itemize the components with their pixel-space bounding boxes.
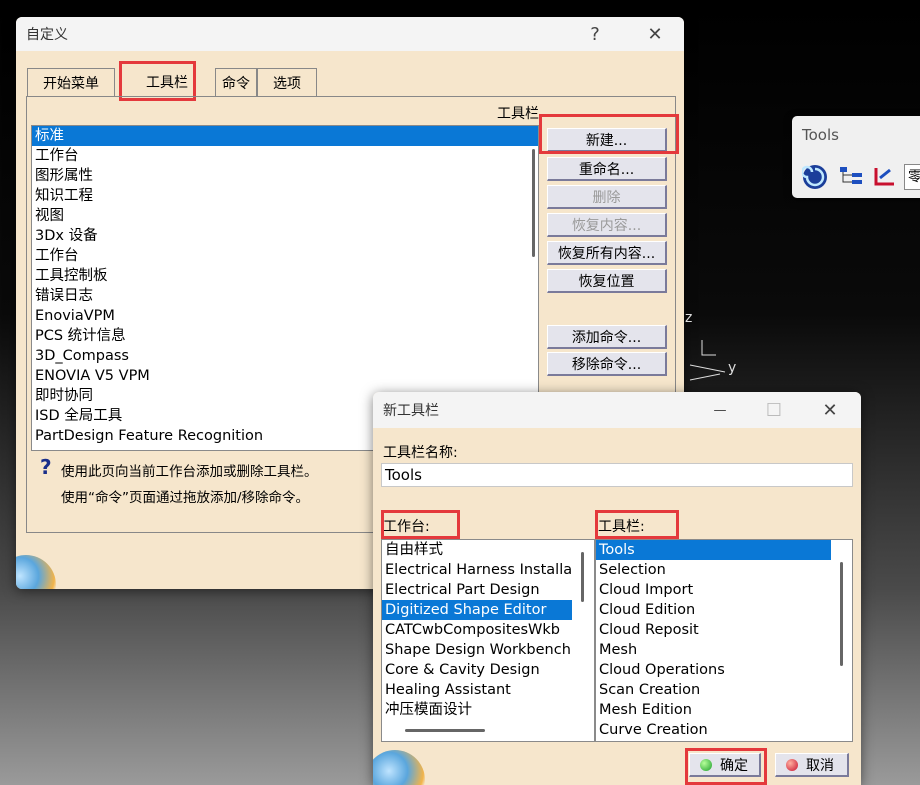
help-question-icon: ? bbox=[40, 455, 52, 479]
tools-toolbar-title: Tools bbox=[802, 126, 839, 144]
tab-start-menu[interactable]: 开始菜单 bbox=[27, 68, 115, 96]
list-item[interactable]: 标准 bbox=[32, 126, 538, 146]
list-item[interactable]: 工作台 bbox=[32, 146, 538, 166]
minimize-icon[interactable]: — bbox=[697, 392, 743, 428]
restore-all-button[interactable]: 恢复所有内容... bbox=[547, 241, 667, 265]
list-item[interactable]: Mesh bbox=[596, 640, 852, 660]
list-item[interactable]: 自由样式 bbox=[382, 540, 594, 560]
green-dot-icon bbox=[700, 758, 712, 771]
list-item[interactable]: 图形属性 bbox=[32, 166, 538, 186]
tree-icon[interactable] bbox=[838, 164, 864, 190]
list-item[interactable]: Scan Creation bbox=[596, 680, 852, 700]
red-dot-icon bbox=[786, 758, 798, 771]
list-item[interactable]: 错误日志 bbox=[32, 286, 538, 306]
list-item[interactable]: Mesh Edition bbox=[596, 700, 852, 720]
list-item[interactable]: 3Dx 设备 bbox=[32, 226, 538, 246]
workbench-label: 工作台: bbox=[383, 519, 430, 535]
list-item[interactable]: Shape Design Workbench bbox=[382, 640, 594, 660]
toolbar-list-scrollbar[interactable] bbox=[532, 149, 535, 257]
toolbar-source-list-vscroll[interactable] bbox=[840, 562, 843, 666]
new-toolbar-dialog: 新工具栏 — ☐ ✕ 工具栏名称: Tools 工作台: 工具栏: 自由样式 E… bbox=[373, 392, 861, 785]
list-item[interactable]: PCS 统计信息 bbox=[32, 326, 538, 346]
toolbar-name-label: 工具栏名称: bbox=[383, 445, 458, 461]
workbench-list-hscroll[interactable] bbox=[405, 729, 485, 732]
catia-logo bbox=[373, 750, 425, 785]
tab-toolbars[interactable]: 工具栏 bbox=[119, 68, 215, 96]
toolbar-name-input[interactable]: Tools bbox=[381, 463, 853, 487]
tools-toolbar: Tools 零 bbox=[792, 116, 920, 198]
axis-indicator: z y bbox=[680, 310, 740, 390]
new-toolbar-titlebar: 新工具栏 — ☐ ✕ bbox=[373, 392, 861, 428]
ok-button-label: 确定 bbox=[720, 757, 748, 774]
list-item[interactable]: Cloud Edition bbox=[596, 600, 852, 620]
list-item[interactable]: Selection bbox=[596, 560, 852, 580]
tab-commands[interactable]: 命令 bbox=[215, 68, 257, 96]
list-item[interactable]: Cloud Reposit bbox=[596, 620, 852, 640]
swirl-icon[interactable] bbox=[800, 164, 828, 190]
axis-tool-icon[interactable] bbox=[872, 164, 898, 190]
restore-contents-button[interactable]: 恢复内容... bbox=[547, 213, 667, 237]
list-item[interactable]: Cloud Import bbox=[596, 580, 852, 600]
list-item[interactable]: Healing Assistant bbox=[382, 680, 594, 700]
customize-titlebar: 自定义 ? ✕ bbox=[16, 17, 684, 51]
help-button[interactable]: ? bbox=[572, 17, 618, 51]
list-item[interactable]: 3D_Compass bbox=[32, 346, 538, 366]
list-item[interactable]: 知识工程 bbox=[32, 186, 538, 206]
new-toolbar-button[interactable]: 新建... bbox=[547, 128, 667, 152]
new-toolbar-title: 新工具栏 bbox=[383, 403, 439, 419]
list-item[interactable]: 工作台 bbox=[32, 246, 538, 266]
tab-options[interactable]: 选项 bbox=[257, 68, 317, 96]
customize-title: 自定义 bbox=[26, 27, 68, 43]
toolbar-label: 工具栏: bbox=[598, 519, 645, 535]
toolbar-source-list[interactable]: Tools Selection Cloud Import Cloud Editi… bbox=[595, 539, 853, 742]
close-icon[interactable]: ✕ bbox=[807, 392, 853, 428]
list-item[interactable]: Cloud Operations bbox=[596, 660, 852, 680]
list-item[interactable]: 工具控制板 bbox=[32, 266, 538, 286]
rename-button[interactable]: 重命名... bbox=[547, 157, 667, 181]
remove-commands-button[interactable]: 移除命令... bbox=[547, 352, 667, 376]
help-text-2: 使用“命令”页面通过拖放添加/移除命令。 bbox=[61, 490, 310, 506]
cancel-button[interactable]: 取消 bbox=[775, 753, 849, 777]
list-item[interactable]: EnoviaVPM bbox=[32, 306, 538, 326]
maximize-icon[interactable]: ☐ bbox=[751, 392, 797, 428]
delete-button[interactable]: 删除 bbox=[547, 185, 667, 209]
list-item[interactable]: 视图 bbox=[32, 206, 538, 226]
list-item[interactable]: Electrical Part Design bbox=[382, 580, 594, 600]
cancel-button-label: 取消 bbox=[806, 757, 834, 774]
list-item[interactable]: CATCwbCompositesWkb bbox=[382, 620, 594, 640]
add-commands-button[interactable]: 添加命令... bbox=[547, 325, 667, 349]
restore-position-button[interactable]: 恢复位置 bbox=[547, 269, 667, 293]
list-item[interactable]: Tools bbox=[596, 540, 831, 560]
tab-bar: 开始菜单 工具栏 命令 选项 bbox=[26, 68, 676, 96]
list-item[interactable]: ENOVIA V5 VPM bbox=[32, 366, 538, 386]
list-item[interactable]: Core & Cavity Design bbox=[382, 660, 594, 680]
list-item[interactable]: Electrical Harness Installat bbox=[382, 560, 594, 580]
help-text-1: 使用此页向当前工作台添加或删除工具栏。 bbox=[61, 464, 318, 480]
workbench-list-vscroll[interactable] bbox=[581, 552, 584, 602]
list-item[interactable]: 冲压模面设计 bbox=[382, 700, 594, 720]
close-icon[interactable]: ✕ bbox=[632, 17, 678, 51]
list-header: 工具栏 bbox=[497, 106, 539, 122]
workbench-list[interactable]: 自由样式 Electrical Harness Installat Electr… bbox=[381, 539, 595, 742]
tools-partial-field[interactable]: 零 bbox=[904, 164, 920, 190]
list-item[interactable]: Digitized Shape Editor bbox=[382, 600, 572, 620]
list-item[interactable]: Curve Creation bbox=[596, 720, 852, 740]
catia-logo bbox=[16, 555, 56, 589]
ok-button[interactable]: 确定 bbox=[689, 753, 761, 777]
